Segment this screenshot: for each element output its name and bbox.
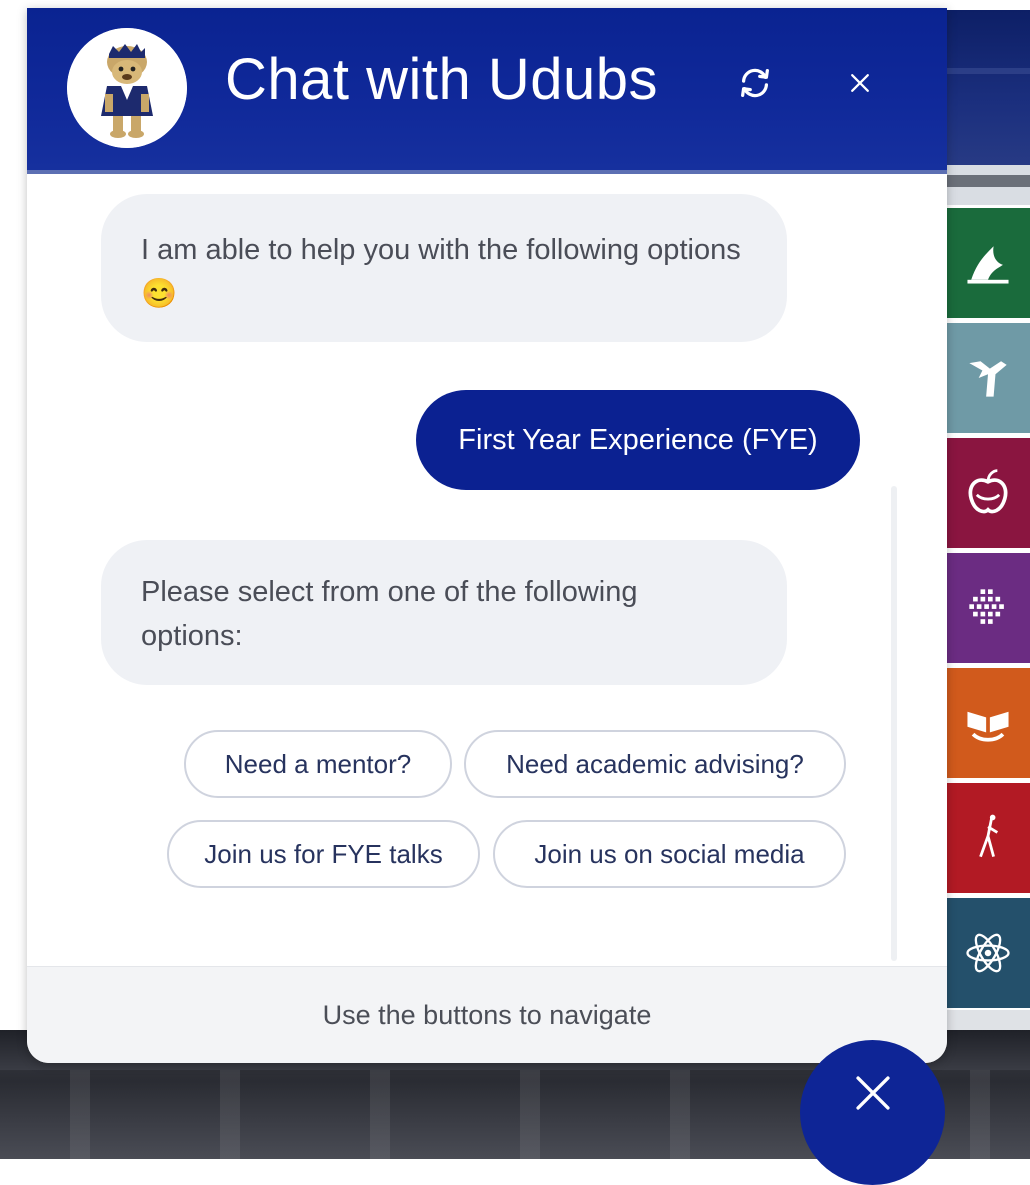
close-icon xyxy=(851,74,869,92)
option-academic-advising-button[interactable]: Need academic advising? xyxy=(464,730,846,798)
tile-hands[interactable] xyxy=(946,323,1030,433)
atom-icon xyxy=(966,933,1010,973)
smiley-emoji-icon: 😊 xyxy=(141,278,178,310)
tile-wing[interactable] xyxy=(946,208,1030,318)
tile-book[interactable] xyxy=(946,668,1030,778)
background-header-band xyxy=(940,10,1030,165)
close-chat-button[interactable] xyxy=(835,58,885,108)
hands-icon xyxy=(969,361,1007,397)
footer-hint: Use the buttons to navigate xyxy=(322,1000,652,1030)
wing-icon xyxy=(967,246,1009,284)
option-fye-talks-button[interactable]: Join us for FYE talks xyxy=(167,820,480,888)
user-message: First Year Experience (FYE) xyxy=(416,390,860,490)
category-tile-strip xyxy=(946,208,1030,1013)
bot-message: Please select from one of the following … xyxy=(101,540,787,685)
grid-globe-icon xyxy=(969,589,1004,624)
chat-window: Chat with Udubs I am able to help you wi… xyxy=(27,8,947,1063)
close-icon xyxy=(855,1075,890,1110)
bot-message-line: options: xyxy=(141,620,243,652)
bot-message: I am able to help you with the following… xyxy=(101,194,787,342)
refresh-icon xyxy=(741,68,769,98)
option-need-mentor-button[interactable]: Need a mentor? xyxy=(184,730,452,798)
bot-message-text: I am able to help you with the following… xyxy=(141,234,741,310)
bot-message-line: Please select from one of the following xyxy=(141,576,638,608)
mascot-avatar xyxy=(67,28,187,148)
figure-icon xyxy=(979,814,999,858)
book-hands-icon xyxy=(967,711,1009,742)
chat-header: Chat with Udubs xyxy=(27,8,947,170)
tile-figure[interactable] xyxy=(946,783,1030,893)
background-divider xyxy=(940,165,1030,205)
chat-footer: Use the buttons to navigate xyxy=(27,966,947,1063)
tile-globe[interactable] xyxy=(946,553,1030,663)
refresh-button[interactable] xyxy=(730,58,780,108)
message-scrollbar[interactable] xyxy=(891,486,897,961)
chat-title: Chat with Udubs xyxy=(225,47,659,112)
tile-apple[interactable] xyxy=(946,438,1030,548)
apple-icon xyxy=(968,469,1008,514)
launcher-close-button[interactable] xyxy=(800,1040,945,1185)
udubs-mascot-icon xyxy=(67,28,187,148)
option-social-media-button[interactable]: Join us on social media xyxy=(493,820,846,888)
tile-atom[interactable] xyxy=(946,898,1030,1008)
